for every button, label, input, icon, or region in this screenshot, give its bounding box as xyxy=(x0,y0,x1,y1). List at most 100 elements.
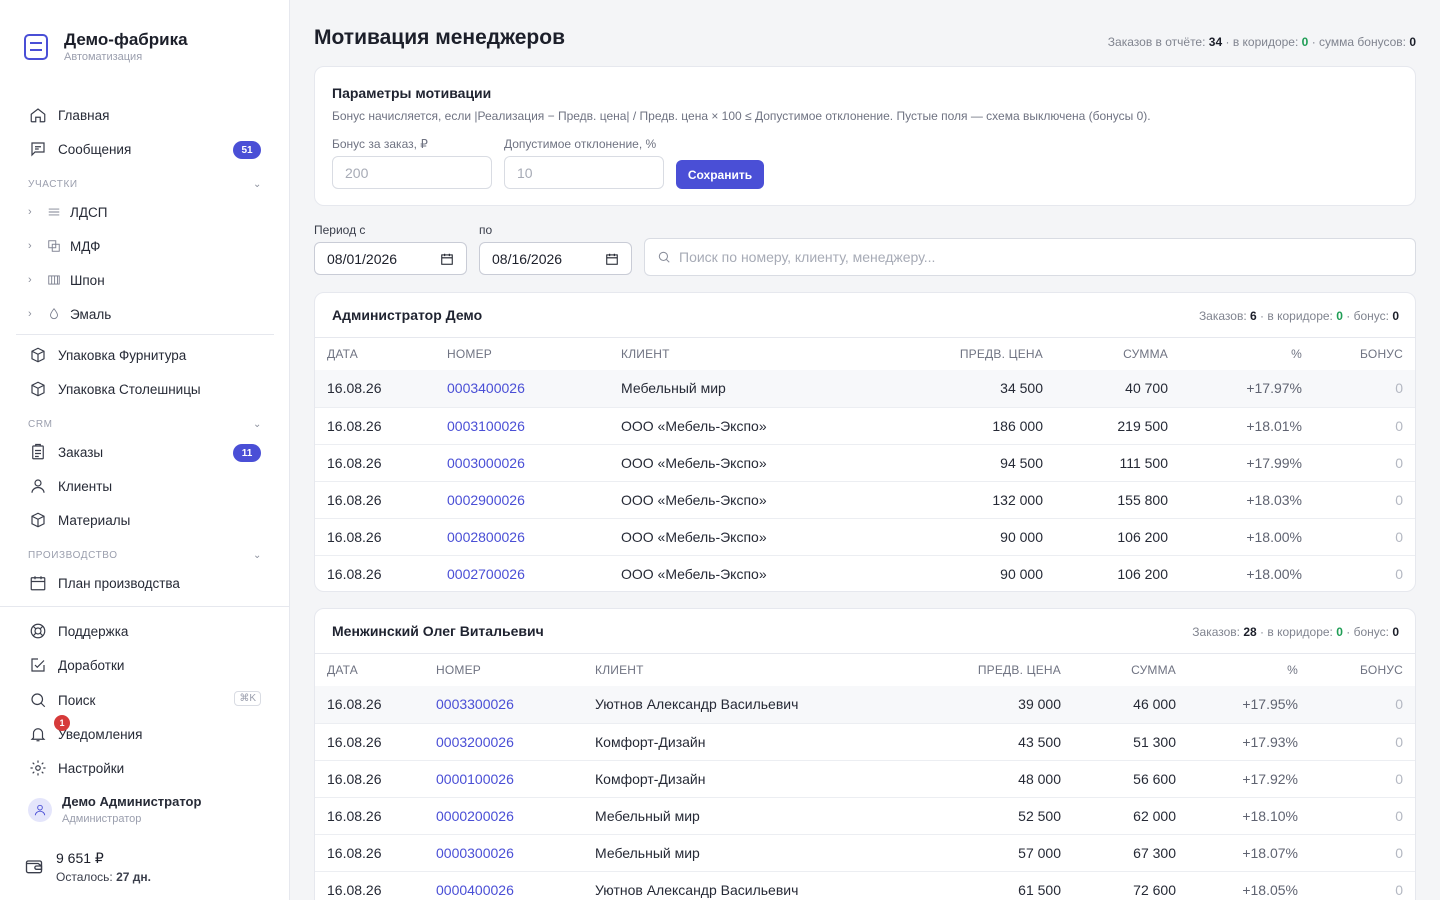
sidebar-item-label: МДФ xyxy=(70,238,101,254)
sidebar-item-pack-tops[interactable]: Упаковка Столешницы xyxy=(16,374,274,404)
order-number-link[interactable]: 0002800026 xyxy=(447,529,525,545)
bonus-input[interactable]: 200 xyxy=(332,156,492,189)
order-number-link[interactable]: 0003300026 xyxy=(436,696,514,712)
wallet-balance[interactable]: 9 651 ₽ Осталось: 27 дн. xyxy=(24,850,151,884)
search-input[interactable]: Поиск по номеру, клиенту, менеджеру... xyxy=(644,238,1416,276)
table-row[interactable]: 16.08.26 0000200026 Мебельный мир 52 500 62 … xyxy=(315,796,1415,834)
order-number-link[interactable]: 0002700026 xyxy=(447,566,525,582)
sidebar-item-pack-furniture[interactable]: Упаковка Фурнитура xyxy=(16,340,274,370)
save-button[interactable]: Сохранить xyxy=(676,160,764,189)
order-number-link[interactable]: 0000300026 xyxy=(436,845,514,861)
column-header[interactable]: НОМЕР xyxy=(436,654,595,686)
column-header[interactable]: ДАТА xyxy=(315,338,447,370)
section-crm[interactable]: CRM ⌄ xyxy=(28,419,262,430)
table-row[interactable]: 16.08.26 0003400026 Мебельный мир 34 500 40 … xyxy=(315,370,1415,407)
sidebar-item-orders[interactable]: Заказы 11 xyxy=(16,437,274,467)
order-number-link[interactable]: 0003400026 xyxy=(447,380,525,396)
column-header[interactable]: ПРЕДВ. ЦЕНА xyxy=(871,338,1043,370)
column-header[interactable]: БОНУС xyxy=(1302,338,1415,370)
sidebar-item-search[interactable]: Поиск ⌘K xyxy=(16,685,274,715)
user-profile[interactable]: Демо Администратор Администратор xyxy=(28,794,201,825)
sidebar-item-ldsp[interactable]: › ЛДСП xyxy=(16,197,274,227)
section-production[interactable]: ПРОИЗВОДСТВО ⌄ xyxy=(28,550,262,561)
sidebar-item-home[interactable]: Главная xyxy=(16,100,274,130)
sidebar-item-clients[interactable]: Клиенты xyxy=(16,471,274,501)
section-sites[interactable]: УЧАСТКИ ⌄ xyxy=(28,179,262,190)
table-row[interactable]: 16.08.26 0000400026 Уютнов Александр Васил… xyxy=(315,870,1415,900)
table-row[interactable]: 16.08.26 0003300026 Уютнов Александр Васил… xyxy=(315,686,1415,723)
cell-percent: +18.03% xyxy=(1168,480,1302,518)
order-number-link[interactable]: 0002900026 xyxy=(447,492,525,508)
table-header-row: ДАТА НОМЕР КЛИЕНТ ПРЕДВ. ЦЕНА СУММА % БО… xyxy=(315,654,1415,686)
column-header[interactable]: БОНУС xyxy=(1298,654,1415,686)
main-content: Мотивация менеджеров Заказов в отчёте: 3… xyxy=(290,0,1440,900)
cell-date: 16.08.26 xyxy=(315,796,436,834)
chevron-down-icon: ⌄ xyxy=(253,179,262,190)
sidebar-item-support[interactable]: Поддержка xyxy=(16,616,274,646)
sidebar-item-mdf[interactable]: › МДФ xyxy=(16,231,274,261)
calendar-icon[interactable] xyxy=(605,252,619,266)
sidebar-item-veneer[interactable]: › Шпон xyxy=(16,265,274,295)
cell-bonus: 0 xyxy=(1298,833,1415,871)
cell-estimate-price: 43 500 xyxy=(891,722,1061,760)
report-stats: Заказов в отчёте: 34 · в коридоре: 0 · с… xyxy=(1108,35,1416,49)
group-stats: Заказов: 6 · в коридоре: 0 · бонус: 0 xyxy=(1199,309,1399,323)
order-number-link[interactable]: 0000200026 xyxy=(436,808,514,824)
user-icon xyxy=(34,804,46,815)
column-header[interactable]: НОМЕР xyxy=(447,338,621,370)
brand[interactable]: Демо-фабрика Автоматизация xyxy=(24,30,188,63)
sidebar-item-label: Эмаль xyxy=(70,306,112,322)
column-header[interactable]: % xyxy=(1176,654,1298,686)
column-header[interactable]: КЛИЕНТ xyxy=(621,338,871,370)
calendar-icon[interactable] xyxy=(440,252,454,266)
sidebar-item-enamel[interactable]: › Эмаль xyxy=(16,299,274,329)
orders-table: ДАТА НОМЕР КЛИЕНТ ПРЕДВ. ЦЕНА СУММА % БО… xyxy=(315,654,1415,900)
grid-icon xyxy=(46,270,62,290)
table-row[interactable]: 16.08.26 0003000026 ООО «Мебель-Экспо» 94 5… xyxy=(315,443,1415,481)
group-header: Менжинский Олег Витальевич Заказов: 28 ·… xyxy=(315,609,1415,654)
sidebar-item-settings[interactable]: Настройки xyxy=(16,753,274,783)
table-row[interactable]: 16.08.26 0002700026 ООО «Мебель-Экспо» 90 0… xyxy=(315,554,1415,592)
stat-corridor: 0 xyxy=(1336,309,1343,323)
cell-date: 16.08.26 xyxy=(315,759,436,797)
table-row[interactable]: 16.08.26 0002800026 ООО «Мебель-Экспо» 90 0… xyxy=(315,517,1415,555)
order-number-link[interactable]: 0000100026 xyxy=(436,771,514,787)
period-from-value: 08/01/2026 xyxy=(327,250,398,267)
column-header[interactable]: % xyxy=(1168,338,1302,370)
order-number-link[interactable]: 0000400026 xyxy=(436,882,514,898)
period-to-input[interactable]: 08/16/2026 xyxy=(479,242,632,275)
sidebar-item-label: Настройки xyxy=(58,760,125,776)
table-row[interactable]: 16.08.26 0002900026 ООО «Мебель-Экспо» 132 … xyxy=(315,480,1415,518)
column-header[interactable]: ПРЕДВ. ЦЕНА xyxy=(891,654,1061,686)
table-row[interactable]: 16.08.26 0003100026 ООО «Мебель-Экспо» 186 … xyxy=(315,406,1415,444)
column-header[interactable]: КЛИЕНТ xyxy=(595,654,891,686)
cell-estimate-price: 39 000 xyxy=(891,686,1061,723)
sidebar-item-label: Шпон xyxy=(70,272,105,288)
cell-percent: +18.07% xyxy=(1176,833,1298,871)
sidebar-item-messages[interactable]: Сообщения 51 xyxy=(16,134,274,164)
cell-bonus: 0 xyxy=(1298,722,1415,760)
order-number-link[interactable]: 0003100026 xyxy=(447,418,525,434)
table-row[interactable]: 16.08.26 0003200026 Комфорт-Дизайн 43 500 51… xyxy=(315,722,1415,760)
calendar-icon xyxy=(28,573,48,593)
column-header[interactable]: СУММА xyxy=(1043,338,1168,370)
table-row[interactable]: 16.08.26 0000300026 Мебельный мир 57 000 67 … xyxy=(315,833,1415,871)
cell-percent: +17.92% xyxy=(1176,759,1298,797)
column-header[interactable]: СУММА xyxy=(1061,654,1176,686)
sidebar-item-improvements[interactable]: Доработки xyxy=(16,650,274,680)
sidebar-item-materials[interactable]: Материалы xyxy=(16,505,274,535)
period-from-input[interactable]: 08/01/2026 xyxy=(314,242,467,275)
sidebar-item-notifications[interactable]: 1 Уведомления xyxy=(16,715,274,749)
cell-number: 0002700026 xyxy=(447,554,621,592)
column-header[interactable]: ДАТА xyxy=(315,654,436,686)
cell-percent: +18.05% xyxy=(1176,870,1298,900)
order-number-link[interactable]: 0003200026 xyxy=(436,734,514,750)
table-row[interactable]: 16.08.26 0000100026 Комфорт-Дизайн 48 000 56… xyxy=(315,759,1415,797)
cell-estimate-price: 94 500 xyxy=(871,443,1043,481)
cell-date: 16.08.26 xyxy=(315,722,436,760)
cell-estimate-price: 90 000 xyxy=(871,554,1043,592)
sidebar-item-production-plan[interactable]: План производства xyxy=(16,568,274,598)
section-label: CRM xyxy=(28,419,53,430)
order-number-link[interactable]: 0003000026 xyxy=(447,455,525,471)
deviation-input[interactable]: 10 xyxy=(504,156,664,189)
